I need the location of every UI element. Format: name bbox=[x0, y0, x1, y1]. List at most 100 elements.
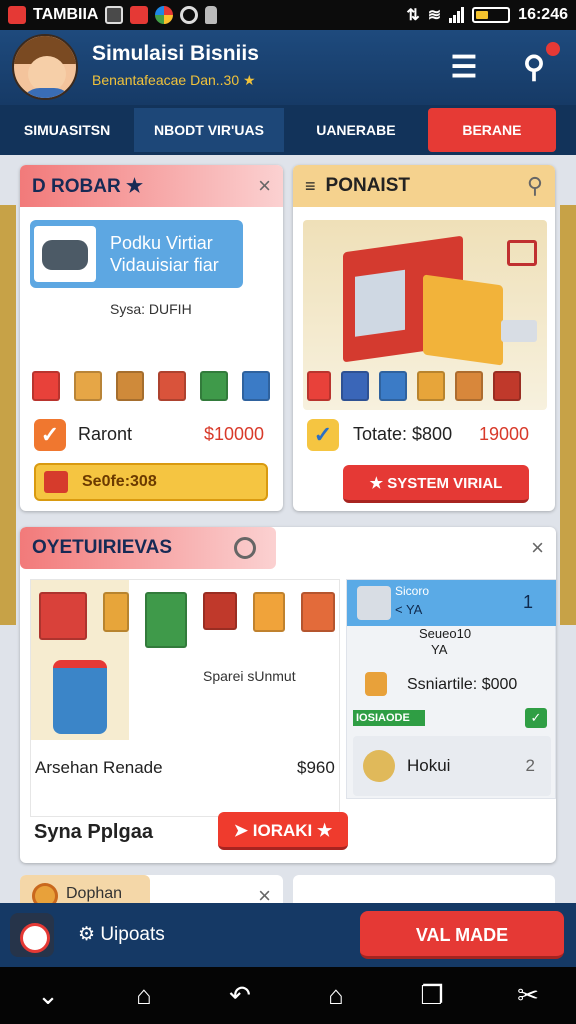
jar-icon bbox=[365, 672, 387, 696]
vehicle-icon bbox=[417, 371, 445, 401]
inventory-item-label: Arsehan Renade bbox=[35, 758, 163, 777]
vehicle-icon bbox=[307, 371, 331, 401]
tab-action[interactable]: BERANE bbox=[427, 108, 556, 152]
app-header: Simulaisi Bisniis Benantafeacae Dan..30 … bbox=[0, 30, 576, 105]
search-icon[interactable]: ⚲ bbox=[527, 173, 543, 199]
product-box-icon bbox=[200, 371, 228, 401]
tab-simulation[interactable]: SIMUASITSN bbox=[0, 108, 134, 152]
store-card-title: PONAIST bbox=[325, 175, 410, 196]
inventory-footer-label: Syna Pplgaa bbox=[34, 821, 153, 843]
product-card-title: D ROBAR ★ bbox=[32, 175, 143, 197]
notification-badge bbox=[546, 42, 560, 56]
vehicle-icon bbox=[341, 371, 369, 401]
coin-icon bbox=[32, 883, 58, 903]
collapse-icon[interactable]: ⌄ bbox=[28, 980, 68, 1011]
app-title: Simulaisi Bisniis bbox=[92, 42, 259, 65]
inventory-items-panel: Sparei sUnmut Arsehan Renade $960 bbox=[30, 579, 340, 817]
home-icon[interactable]: ⌂ bbox=[124, 980, 164, 1011]
product-promo[interactable]: Podku Virtiar Vidauisiar fiar bbox=[30, 220, 243, 288]
vehicle-icon bbox=[455, 371, 483, 401]
product-box-icon bbox=[116, 371, 144, 401]
status-bar: TAMBIIA ⇅ ≋ 16:246 bbox=[0, 0, 576, 30]
side-row-label: Ssniartile: $000 bbox=[407, 676, 518, 693]
updates-label: Uipoats bbox=[100, 924, 165, 945]
coins-icon bbox=[363, 750, 395, 782]
circle-icon bbox=[180, 6, 199, 24]
store-stall bbox=[423, 274, 503, 366]
inventory-card-title: OYETUIRIEVAS bbox=[32, 537, 173, 558]
menu-list-icon[interactable]: ☰ bbox=[444, 48, 484, 88]
system-virial-button[interactable]: ★ SYSTEM VIRIAL bbox=[343, 465, 529, 503]
cart-icon bbox=[507, 240, 537, 266]
product-card: D ROBAR ★ × Podku Virtiar Vidauisiar fia… bbox=[20, 165, 283, 511]
home-icon[interactable]: ⌂ bbox=[316, 980, 356, 1011]
ioraki-label: IORAKI ★ bbox=[252, 821, 333, 840]
recents-icon[interactable]: ❐ bbox=[412, 980, 452, 1011]
snack-jar-icon bbox=[53, 660, 107, 734]
peek-card-right[interactable] bbox=[293, 875, 555, 903]
rocket-icon[interactable] bbox=[10, 913, 54, 957]
tab-market[interactable]: UANERABE bbox=[284, 108, 428, 152]
tab-bar: SIMUASITSN NBODT VIR'UAS UANERABE BERANE bbox=[0, 105, 576, 155]
side-sub2: YA bbox=[431, 642, 448, 657]
side-head-line1: Sicoro bbox=[395, 584, 430, 598]
side-head-count: 1 bbox=[522, 592, 533, 612]
peek-card-left[interactable]: Dophan × bbox=[20, 875, 283, 903]
close-icon[interactable]: × bbox=[531, 535, 544, 561]
avatar[interactable] bbox=[12, 34, 78, 100]
food-box-icon bbox=[301, 592, 335, 632]
list-icon: ≡ bbox=[305, 175, 316, 196]
store-card-header: ≡ PONAIST ⚲ bbox=[293, 165, 555, 207]
system-virial-label: SYSTEM VIRIAL bbox=[387, 475, 503, 492]
notification-icon bbox=[8, 6, 26, 24]
signal-icon bbox=[449, 7, 465, 23]
checkbox[interactable]: ✓ bbox=[34, 419, 66, 451]
product-box-icon bbox=[74, 371, 102, 401]
side-check-icon[interactable]: ✓ bbox=[525, 708, 547, 728]
machine-icon bbox=[34, 226, 96, 282]
battery-icon bbox=[472, 7, 511, 23]
back-icon[interactable]: ↶ bbox=[220, 980, 260, 1011]
side-green-tag: IOSIAODE bbox=[353, 710, 425, 726]
side-band-left bbox=[0, 205, 16, 625]
side-head-line2: < YA bbox=[395, 602, 423, 617]
side-bottom-count: 2 bbox=[525, 756, 535, 775]
food-box-icon bbox=[103, 592, 129, 632]
lock-icon bbox=[205, 6, 218, 24]
product-box-icon bbox=[242, 371, 270, 401]
tab-products[interactable]: NBODT VIR'UAS bbox=[134, 108, 284, 152]
close-icon[interactable]: × bbox=[258, 173, 271, 199]
side-bottom-row[interactable]: Hokui 2 bbox=[353, 736, 551, 796]
side-sub1: Seueo10 bbox=[419, 626, 472, 641]
inventory-card: OYETUIRIEVAS × Sparei sUnmut Arsehan Ren… bbox=[20, 527, 556, 863]
clock: 16:246 bbox=[518, 6, 568, 23]
chrome-icon bbox=[155, 6, 174, 24]
product-row-value: $10000 bbox=[204, 424, 265, 444]
app-icon bbox=[130, 6, 149, 24]
bottom-action-bar: ⚙ Uipoats VAL MADE bbox=[0, 903, 576, 967]
updates-link[interactable]: ⚙ Uipoats bbox=[78, 923, 165, 946]
store-row-label: Totate: $800 bbox=[353, 424, 453, 444]
screenshot-icon[interactable]: ✂ bbox=[508, 980, 548, 1011]
checkbox[interactable]: ✓ bbox=[307, 419, 339, 451]
status-app-name: TAMBIIA bbox=[33, 6, 99, 23]
product-box-icon bbox=[158, 371, 186, 401]
product-icon bbox=[44, 471, 68, 493]
product-caption: Sysa: DUFIH bbox=[110, 301, 192, 317]
refresh-icon[interactable] bbox=[234, 537, 256, 559]
ioraki-button[interactable]: ➤ IORAKI ★ bbox=[218, 812, 348, 850]
product-box-icon bbox=[32, 371, 60, 401]
product-action-button[interactable]: Se0fe:308 bbox=[34, 463, 268, 501]
notification-bell-icon[interactable]: ⚲ bbox=[514, 42, 560, 88]
image-icon bbox=[105, 6, 124, 24]
cart-machine-icon bbox=[357, 586, 391, 620]
food-box-icon bbox=[39, 592, 87, 640]
food-box-icon bbox=[253, 592, 285, 632]
product-row-label: Raront bbox=[78, 424, 133, 444]
close-icon[interactable]: × bbox=[258, 883, 271, 903]
val-made-button[interactable]: VAL MADE bbox=[360, 911, 564, 959]
side-bottom-label: Hokui bbox=[407, 756, 451, 775]
vehicle-icon bbox=[493, 371, 521, 401]
product-icons-row bbox=[32, 371, 270, 401]
app-subtitle: Benantafeacae Dan..30 ★ bbox=[92, 72, 256, 88]
